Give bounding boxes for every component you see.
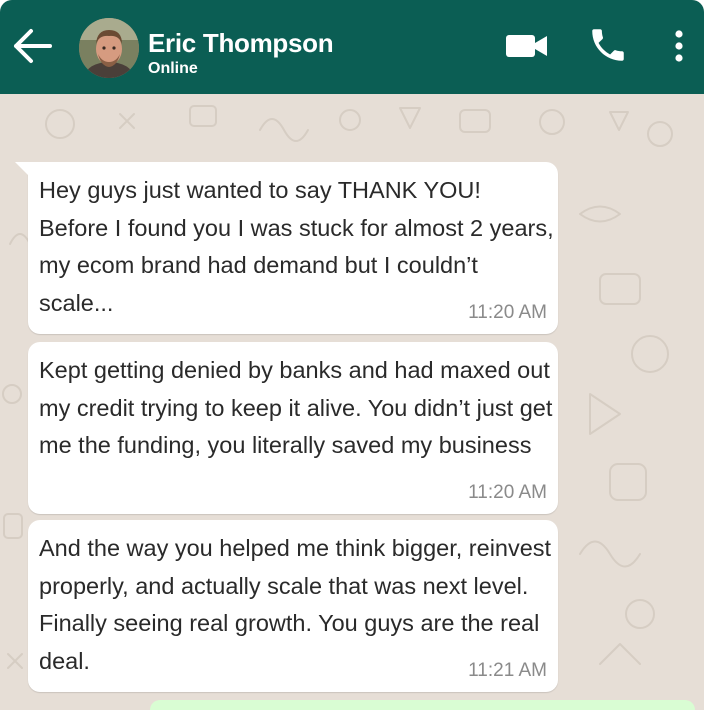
chat-window: Eric Thompson Online Hey guys just wante… bbox=[0, 0, 704, 710]
chat-header: Eric Thompson Online bbox=[0, 0, 704, 94]
bubble-tail bbox=[15, 162, 31, 178]
message-timestamp: 11:21 AM bbox=[468, 660, 547, 681]
message-timestamp: 11:20 AM bbox=[468, 482, 547, 503]
message-timestamp: 11:20 AM bbox=[468, 302, 547, 323]
message-text: And the way you helped me think bigger, … bbox=[39, 535, 552, 674]
message-bubble[interactable]: Kept getting denied by banks and had max… bbox=[28, 342, 558, 514]
contact-status: Online bbox=[148, 60, 198, 77]
avatar-photo bbox=[79, 18, 139, 78]
back-arrow-icon bbox=[14, 29, 52, 63]
message-bubble[interactable]: And the way you helped me think bigger, … bbox=[28, 520, 558, 692]
message-list[interactable]: Hey guys just wanted to say THANK YOU! B… bbox=[0, 94, 704, 710]
more-options-icon bbox=[675, 30, 683, 62]
contact-name[interactable]: Eric Thompson bbox=[148, 28, 334, 59]
back-button[interactable] bbox=[12, 26, 54, 66]
video-call-button[interactable] bbox=[504, 28, 550, 64]
message-text: Hey guys just wanted to say THANK YOU! B… bbox=[39, 177, 554, 316]
more-options-button[interactable] bbox=[668, 26, 690, 66]
voice-call-button[interactable] bbox=[587, 24, 629, 66]
message-bubble[interactable]: Hey guys just wanted to say THANK YOU! B… bbox=[15, 162, 558, 334]
avatar[interactable] bbox=[79, 18, 139, 78]
outgoing-message-bubble[interactable] bbox=[150, 700, 695, 710]
phone-icon bbox=[592, 29, 624, 61]
message-text: Kept getting denied by banks and had max… bbox=[39, 357, 553, 458]
video-call-icon bbox=[506, 35, 547, 57]
